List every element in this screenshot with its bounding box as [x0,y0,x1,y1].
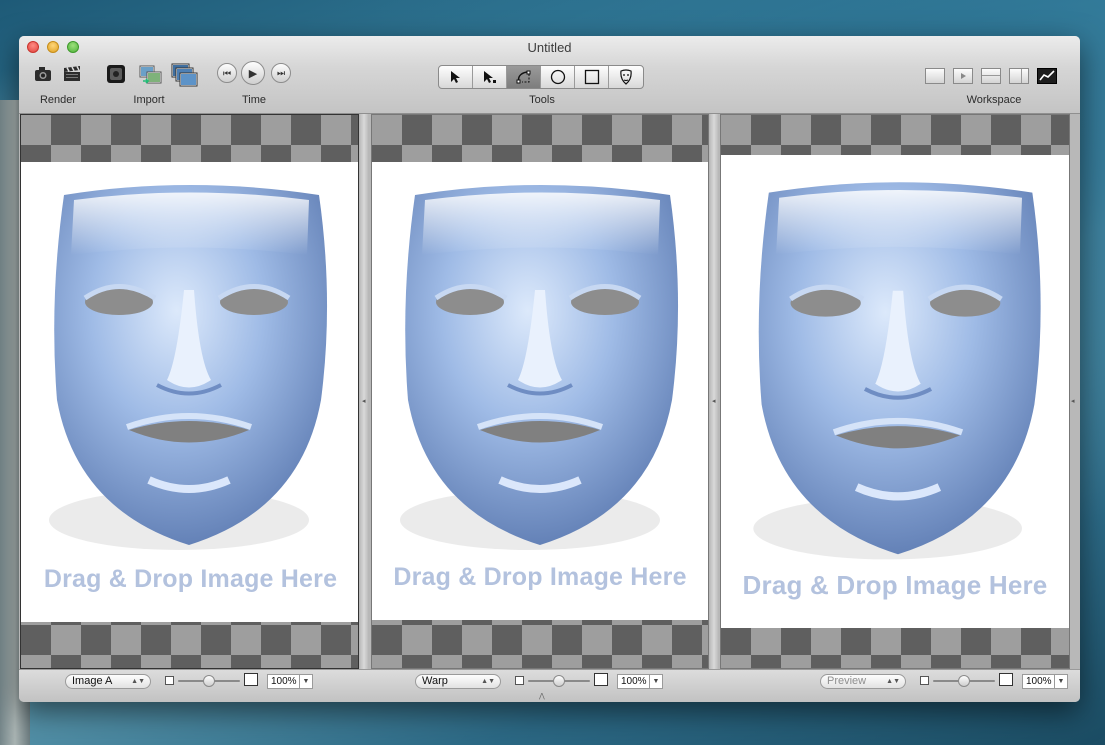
preview-selector-value: Preview [827,675,867,687]
drop-instructions: Drag & Drop Image Here [43,565,338,593]
zoom-out-image-icon[interactable] [515,676,524,685]
toolbar: Untitled Render Import ⏮ ▶ ⏭ Time Tools … [19,36,1080,114]
drop-instructions: Drag & Drop Image Here [742,570,1048,600]
zoom-field[interactable]: 100% ▼ [617,674,663,689]
warp-selector-value: Warp [422,675,448,687]
preview-panel[interactable]: Drag & Drop Image Here [720,114,1070,669]
warp-panel[interactable]: Drag & Drop Image Here [371,114,709,669]
warp-selector[interactable]: Warp ▲▼ [415,674,501,689]
zoom-value: 100% [621,676,647,687]
workspace-group-label: Workspace [966,94,1022,106]
window-title: Untitled [527,40,572,55]
face-mask-tool-icon[interactable] [609,66,643,88]
zoom-slider[interactable] [933,675,995,687]
image-a-selector[interactable]: Image A ▲▼ [65,674,151,689]
ellipse-tool-icon[interactable] [541,66,575,88]
popup-arrows-icon: ▲▼ [481,678,495,685]
zoom-dropdown-arrow[interactable]: ▼ [299,675,312,688]
zoom-slider-knob[interactable] [553,675,565,687]
import-group-label: Import [133,94,165,106]
clapperboard-icon[interactable] [62,64,82,84]
image-a-drop-canvas[interactable]: Drag & Drop Image Here [21,162,358,622]
import-sequence-icon[interactable] [171,63,199,89]
app-window: Untitled Render Import ⏮ ▶ ⏭ Time Tools … [19,36,1080,702]
mask-placeholder-image [400,185,679,550]
select-point-icon[interactable] [473,66,507,88]
image-a-selector-value: Image A [72,675,113,687]
skip-back-icon[interactable]: ⏮ [217,63,237,83]
mask-placeholder-image [49,185,328,550]
import-image-a-icon[interactable] [105,63,127,85]
zoom-in-image-icon[interactable] [594,673,608,686]
preview-selector[interactable]: Preview ▲▼ [820,674,906,689]
zoom-out-image-icon[interactable] [920,676,929,685]
zoom-dropdown-arrow[interactable]: ▼ [1054,675,1067,688]
time-group-label: Time [241,94,267,106]
panel-resize-arrow: ◂ [1071,398,1075,405]
preview-canvas: Drag & Drop Image Here [721,155,1069,628]
select-arrow-icon[interactable] [439,66,473,88]
warp-drop-canvas[interactable]: Drag & Drop Image Here [372,162,708,620]
panel-splitter[interactable]: ◂ [710,114,718,669]
layout-sidebar-icon[interactable] [1009,68,1029,84]
zoom-slider[interactable] [178,675,240,687]
rectangle-tool-icon[interactable] [575,66,609,88]
drop-instructions: Drag & Drop Image Here [393,563,687,591]
zoom-in-image-icon[interactable] [244,673,258,686]
zoom-value: 100% [1026,676,1052,687]
panel-splitter[interactable]: ◂ [360,114,368,669]
zoom-slider[interactable] [528,675,590,687]
curve-tool-icon[interactable] [507,66,541,88]
zoom-in-image-icon[interactable] [999,673,1013,686]
zoom-slider-knob[interactable] [958,675,970,687]
render-group-label: Render [39,94,77,106]
zoom-value: 100% [271,676,297,687]
camera-icon[interactable] [33,64,53,84]
zoom-field[interactable]: 100% ▼ [267,674,313,689]
bottom-controls-bar: Image A ▲▼ 100% ▼ Warp ▲▼ 100% ▼ Preview ▲▼ 1… [19,669,1080,702]
bottom-resize-grip[interactable]: ⋀ [539,692,545,700]
zoom-dropdown-arrow[interactable]: ▼ [649,675,662,688]
layout-split-icon[interactable] [981,68,1001,84]
layout-video-icon[interactable] [953,68,973,84]
tools-segmented-control [438,65,644,89]
popup-arrows-icon: ▲▼ [131,678,145,685]
mask-placeholder-image [753,182,1041,560]
zoom-slider-knob[interactable] [203,675,215,687]
import-image-b-icon[interactable] [139,63,163,87]
zoom-out-image-icon[interactable] [165,676,174,685]
skip-forward-icon[interactable]: ⏭ [271,63,291,83]
layout-single-icon[interactable] [925,68,945,84]
tools-group-label: Tools [529,94,555,106]
image-a-panel[interactable]: Drag & Drop Image Here [20,114,359,669]
zoom-field[interactable]: 100% ▼ [1022,674,1068,689]
layout-curve-icon[interactable] [1037,68,1057,84]
play-icon[interactable]: ▶ [241,61,265,85]
editor-panels: Drag & Drop Image Here ◂ Drag & Drop Ima… [19,114,1080,669]
popup-arrows-icon: ▲▼ [886,678,900,685]
